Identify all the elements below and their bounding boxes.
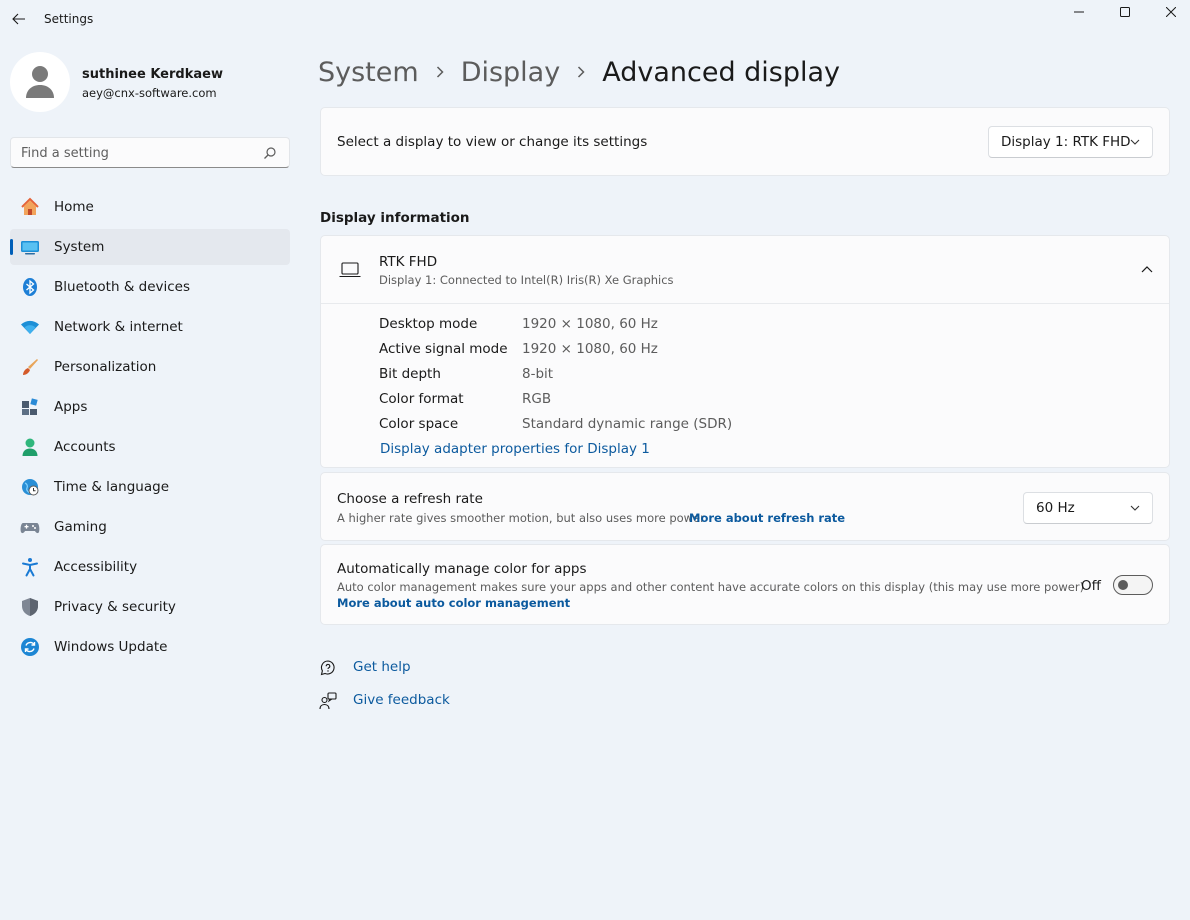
auto-color-toggle[interactable] xyxy=(1113,575,1153,595)
display-info-card: RTK FHD Display 1: Connected to Intel(R)… xyxy=(320,235,1170,468)
more-about-refresh-rate-link[interactable]: More about refresh rate xyxy=(689,511,845,525)
refresh-rate-value: 60 Hz xyxy=(1036,500,1075,516)
sidebar-item-apps[interactable]: Apps xyxy=(10,389,290,425)
get-help-link[interactable]: Get help xyxy=(353,659,411,675)
auto-color-toggle-state: Off xyxy=(1081,578,1101,594)
display-dropdown[interactable]: Display 1: RTK FHD xyxy=(988,126,1153,158)
auto-color-title: Automatically manage color for apps xyxy=(337,561,587,577)
info-row-color-format: Color format RGB xyxy=(379,391,552,407)
profile-email: aey@cnx-software.com xyxy=(82,86,217,100)
refresh-rate-title: Choose a refresh rate xyxy=(337,491,483,507)
give-feedback-row[interactable]: Give feedback xyxy=(318,690,450,712)
maximize-icon xyxy=(1120,7,1130,17)
sidebar-item-bluetooth[interactable]: Bluetooth & devices xyxy=(10,269,290,305)
globe-clock-icon xyxy=(20,477,40,497)
breadcrumb: System Display Advanced display xyxy=(318,52,840,92)
sidebar-item-system[interactable]: System xyxy=(10,229,290,265)
accounts-icon xyxy=(20,437,40,457)
back-arrow-icon xyxy=(12,13,25,25)
sidebar-item-personalization[interactable]: Personalization xyxy=(10,349,290,385)
breadcrumb-system[interactable]: System xyxy=(318,57,419,88)
minimize-icon xyxy=(1074,11,1084,13)
sidebar-item-network[interactable]: Network & internet xyxy=(10,309,290,345)
info-row-active-signal-mode: Active signal mode 1920 × 1080, 60 Hz xyxy=(379,341,658,357)
update-icon xyxy=(20,637,40,657)
profile-name: suthinee Kerdkaew xyxy=(82,67,223,82)
user-avatar-icon xyxy=(26,66,54,98)
sidebar-item-accounts[interactable]: Accounts xyxy=(10,429,290,465)
more-about-auto-color-link[interactable]: More about auto color management xyxy=(337,596,570,610)
search-box[interactable] xyxy=(10,137,290,168)
display-name: RTK FHD xyxy=(379,254,438,270)
minimize-button[interactable] xyxy=(1056,0,1102,24)
refresh-rate-description: A higher rate gives smoother motion, but… xyxy=(337,511,705,525)
close-icon xyxy=(1166,7,1176,17)
avatar xyxy=(10,52,70,112)
sidebar-item-windows-update[interactable]: Windows Update xyxy=(10,629,290,665)
chevron-right-icon xyxy=(560,66,602,78)
title-bar: Settings xyxy=(0,0,1190,40)
display-select-label: Select a display to view or change its s… xyxy=(337,134,648,150)
accessibility-icon xyxy=(20,557,40,577)
apps-icon xyxy=(20,397,40,417)
help-chat-icon xyxy=(318,658,338,678)
sidebar-item-privacy-security[interactable]: Privacy & security xyxy=(10,589,290,625)
laptop-icon xyxy=(339,262,361,278)
info-row-bit-depth: Bit depth 8-bit xyxy=(379,366,554,382)
gamepad-icon xyxy=(20,517,40,537)
search-icon[interactable] xyxy=(263,146,277,160)
app-title: Settings xyxy=(44,12,94,26)
wifi-icon xyxy=(20,317,40,337)
chevron-right-icon xyxy=(419,66,461,78)
display-dropdown-value: Display 1: RTK FHD xyxy=(1001,134,1131,150)
section-title-display-information: Display information xyxy=(320,210,470,226)
sidebar-nav: Home System Bluetooth & devices Network … xyxy=(10,189,290,669)
display-adapter-properties-link[interactable]: Display adapter properties for Display 1 xyxy=(380,441,650,457)
shield-icon xyxy=(20,597,40,617)
info-row-desktop-mode: Desktop mode 1920 × 1080, 60 Hz xyxy=(379,316,658,332)
system-icon xyxy=(20,237,40,257)
give-feedback-link[interactable]: Give feedback xyxy=(353,692,450,708)
refresh-rate-card: Choose a refresh rate A higher rate give… xyxy=(320,472,1170,541)
auto-color-description: Auto color management makes sure your ap… xyxy=(337,580,1085,594)
chevron-up-icon[interactable] xyxy=(1141,264,1153,274)
sidebar-item-gaming[interactable]: Gaming xyxy=(10,509,290,545)
page-title: Advanced display xyxy=(602,56,841,88)
close-button[interactable] xyxy=(1148,0,1190,24)
maximize-button[interactable] xyxy=(1102,0,1148,24)
sidebar-item-accessibility[interactable]: Accessibility xyxy=(10,549,290,585)
chevron-down-icon xyxy=(1130,505,1140,511)
back-button[interactable] xyxy=(6,6,32,32)
get-help-row[interactable]: Get help xyxy=(318,657,411,679)
sidebar-item-time-language[interactable]: Time & language xyxy=(10,469,290,505)
brush-icon xyxy=(20,357,40,377)
search-input[interactable] xyxy=(21,144,251,162)
toggle-knob xyxy=(1118,580,1128,590)
display-connection: Display 1: Connected to Intel(R) Iris(R)… xyxy=(379,273,674,287)
display-info-header[interactable]: RTK FHD Display 1: Connected to Intel(R)… xyxy=(321,236,1169,304)
refresh-rate-dropdown[interactable]: 60 Hz xyxy=(1023,492,1153,524)
auto-color-card: Automatically manage color for apps Auto… xyxy=(320,544,1170,625)
feedback-icon xyxy=(318,691,338,711)
bluetooth-icon xyxy=(20,277,40,297)
chevron-down-icon xyxy=(1130,139,1140,145)
info-row-color-space: Color space Standard dynamic range (SDR) xyxy=(379,416,733,432)
sidebar-item-home[interactable]: Home xyxy=(10,189,290,225)
home-icon xyxy=(20,197,40,217)
breadcrumb-display[interactable]: Display xyxy=(461,57,561,88)
display-select-card: Select a display to view or change its s… xyxy=(320,107,1170,176)
user-profile[interactable]: suthinee Kerdkaew aey@cnx-software.com xyxy=(10,52,290,114)
